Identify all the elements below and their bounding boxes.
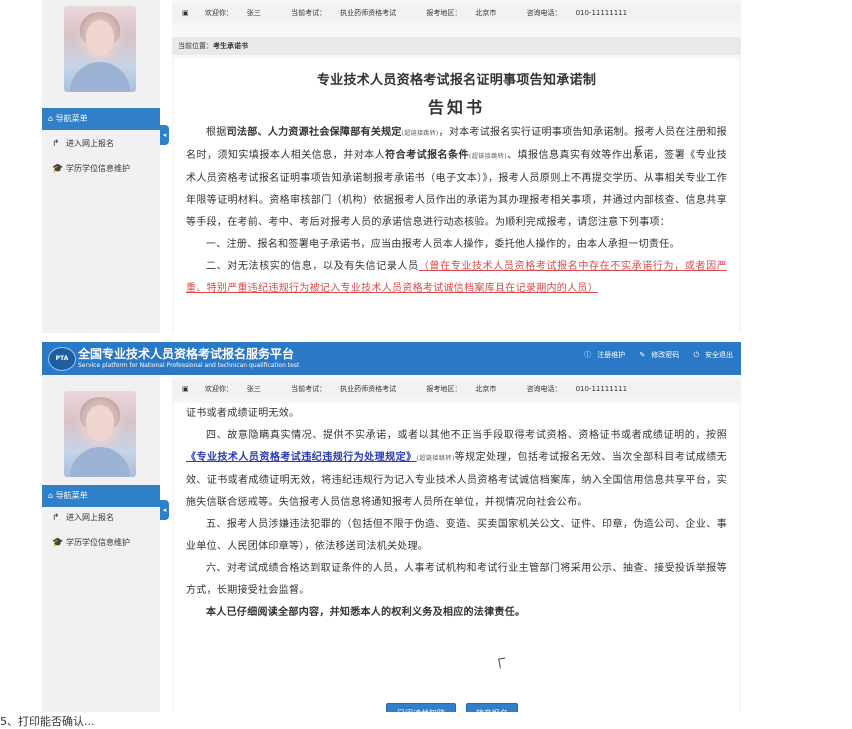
site-title: 全国专业技术人员资格考试报名服务平台 — [78, 347, 295, 361]
paragraph-4: 四、故意隐瞒真实情况、提供不实承诺，或者以其他不正当手段取得考试资格、资格证书或… — [186, 430, 727, 508]
sidebar-item-education-info[interactable]: 🎓 学历学位信息维护 — [42, 160, 160, 178]
main-content: ▣ 欢迎你： 张三 当前考试： 执业药师资格考试 报考地区： 北京市 咨询电话： 010… — [172, 0, 741, 333]
home-icon: ⌂ — [48, 114, 54, 123]
mouse-cursor — [498, 657, 507, 669]
home-icon: ⌂ — [48, 491, 54, 500]
notice-document: 专业技术人员资格考试报名证明事项告知承诺制 告知书 根据司法部、人力资源社会保障… — [174, 58, 739, 333]
paragraph-7-statement: 本人已仔细阅读全部内容，并知悉本人的权利义务及相应的法律责任。 — [206, 607, 526, 618]
document-subtitle: 告知书 — [427, 98, 485, 117]
paragraph-6: 六、对考试成绩合格达到取证条件的人员，人事考试机构和考试行业主管部门将采用公示、… — [186, 563, 727, 596]
paragraph-2: 一、注册、报名和签署电子承诺书，应当由报考人员本人操作，委托他人操作的，由本人承… — [206, 239, 680, 250]
sidebar-item-education-info[interactable]: 🎓 学历学位信息维护 — [42, 534, 160, 552]
nav-menu-header[interactable]: ⌂ 导航菜单 — [42, 108, 160, 130]
page-body: ⌂ 导航菜单 ↱ 进入网上报名 🎓 学历学位信息维护 ◂ ▣ 欢迎你： 张三 当前考试… — [42, 375, 741, 712]
register-maintain-link[interactable]: ⓘ 注册维护 — [578, 351, 625, 359]
eligibility-link[interactable]: 符合考试报名条件 — [385, 150, 469, 161]
top-screenshot-panel: ⌂ 导航菜单 ↱ 进入网上报名 🎓 学历学位信息维护 ◂ ▣ 欢迎你： 张三 当前考试… — [42, 0, 741, 333]
sidebar-item-online-registration[interactable]: ↱ 进入网上报名 — [42, 509, 160, 527]
mouse-cursor — [635, 145, 644, 157]
avatar — [64, 6, 136, 92]
button-area: 已阅读并知晓 放弃报名 — [174, 673, 739, 712]
paragraph-5: 五、报考人员涉嫌违法犯罪的（包括但不限于伪造、变造、买卖国家机关公文、证件、印章… — [186, 519, 727, 552]
paragraph-1: 根据司法部、人力资源社会保障部有关规定(超链接跳转)，对本考试报名实行证明事项告… — [186, 127, 727, 228]
edit-icon: ✎ — [639, 351, 646, 359]
share-arrow-icon: ↱ — [52, 513, 60, 523]
header-links: ⓘ 注册维护 ✎ 修改密码 ⏻ 安全退出 — [572, 350, 733, 360]
nav-menu-header[interactable]: ⌂ 导航菜单 — [42, 485, 160, 507]
breadcrumb: 当前位置：考生承诺书 — [172, 37, 741, 55]
paragraph-cont: 证书或者成绩证明无效。 — [186, 408, 300, 419]
sidebar: ⌂ 导航菜单 ↱ 进入网上报名 🎓 学历学位信息维护 — [42, 0, 160, 333]
sidebar-collapse-toggle[interactable]: ◂ — [160, 125, 169, 145]
agree-button[interactable]: 已阅读并知晓 — [386, 703, 456, 712]
pta-logo: PTA — [48, 347, 76, 371]
paragraph-3: 二、对无法核实的信息，以及有失信记录人员（曾在专业技术人员资格考试报名中存在不实… — [186, 261, 728, 294]
change-password-link[interactable]: ✎ 修改密码 — [633, 351, 679, 359]
info-icon: ⓘ — [584, 351, 592, 359]
avatar — [64, 391, 136, 477]
graduation-cap-icon: 🎓 — [52, 164, 64, 174]
main-content: ▣ 欢迎你： 张三 当前考试： 执业药师资格考试 报考地区： 北京市 咨询电话： 010… — [172, 375, 741, 712]
sidebar-item-online-registration[interactable]: ↱ 进入网上报名 — [42, 135, 160, 153]
share-arrow-icon: ↱ — [52, 139, 60, 149]
abandon-button[interactable]: 放弃报名 — [466, 703, 518, 712]
power-icon: ⏻ — [693, 351, 699, 359]
site-subtitle: Service platform for National Profession… — [78, 362, 300, 369]
user-info-bar: ▣ 欢迎你： 张三 当前考试： 执业药师资格考试 报考地区： 北京市 咨询电话： 010… — [172, 3, 741, 23]
graduation-cap-icon: 🎓 — [52, 538, 64, 548]
regulation-link[interactable]: 司法部、人力资源社会保障部有关规定 — [227, 127, 402, 138]
site-header: PTA 全国专业技术人员资格考试报名服务平台 Service platform … — [42, 342, 741, 375]
notice-document-continued: 证书或者成绩证明无效。 四、故意隐瞒真实情况、提供不实承诺，或者以其他不正当手段… — [174, 403, 739, 673]
user-icon: ▣ — [182, 9, 189, 17]
violation-rules-link[interactable]: 《专业技术人员资格考试违纪违规行为处理规定》 — [186, 452, 417, 463]
user-icon: ▣ — [182, 385, 189, 393]
user-info-bar: ▣ 欢迎你： 张三 当前考试： 执业药师资格考试 报考地区： 北京市 咨询电话： 010… — [172, 379, 741, 399]
sidebar: ⌂ 导航菜单 ↱ 进入网上报名 🎓 学历学位信息维护 — [42, 375, 160, 712]
sidebar-collapse-toggle[interactable]: ◂ — [160, 500, 169, 520]
bottom-screenshot-panel: PTA 全国专业技术人员资格考试报名服务平台 Service platform … — [42, 342, 741, 712]
logout-link[interactable]: ⏻ 安全退出 — [687, 351, 733, 359]
document-title: 专业技术人员资格考试报名证明事项告知承诺制 — [316, 73, 597, 88]
